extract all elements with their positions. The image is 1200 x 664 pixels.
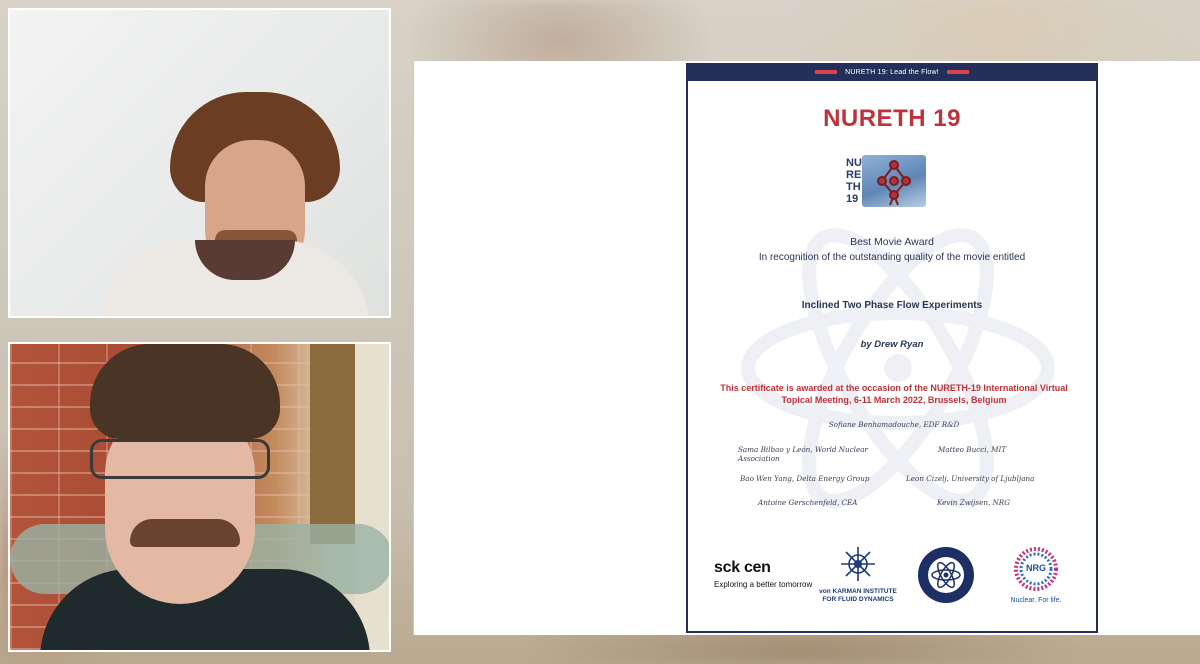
award-name: Best Movie Award: [850, 236, 934, 248]
atomium-icon: [877, 160, 911, 206]
signatory-4: Bao Wen Yang, Delta Energy Group: [740, 474, 870, 483]
signatory-2: Sama Bilbao y León, World Nuclear Associ…: [738, 445, 868, 463]
door: [310, 344, 355, 544]
signatory-7: Kevin Zwijsen, NRG: [937, 498, 1010, 507]
nrg-tagline: Nuclear. For life.: [1010, 597, 1062, 604]
signatory-6: Antoine Gerschenfeld, CEA: [758, 498, 858, 507]
american-nuclear-society-seal-icon: [918, 547, 974, 603]
participant-2-mustache: [130, 519, 240, 547]
movie-author: by Drew Ryan: [860, 339, 924, 350]
nureth-logo: NU RE TH 19: [846, 155, 928, 211]
signatory-5: Leon Cizelj, University of Ljubljana: [906, 474, 1035, 483]
atomium-logo-art: [862, 155, 926, 207]
certificate-occasion: This certificate is awarded at the occas…: [720, 383, 1068, 405]
certificate-banner: NURETH 19: Lead the Flow!: [688, 63, 1096, 81]
nrg-name: NRG: [1026, 563, 1046, 573]
participant-video-tile-1[interactable]: [8, 8, 391, 318]
signatory-1: Sofiane Benhamadouche, EDF R&D: [828, 420, 960, 429]
participant-2-glasses: [90, 439, 270, 479]
nureth-logo-letters: NU RE TH 19: [846, 157, 862, 205]
banner-left-bar: [815, 70, 838, 74]
participant-2-hair: [90, 344, 280, 439]
sck-cen-logo: sck cen Exploring a better tomorrow: [714, 559, 812, 590]
award-subtitle: In recognition of the outstanding qualit…: [758, 252, 1026, 263]
participant-video-tile-2[interactable]: [8, 342, 391, 652]
vki-emblem-icon: [841, 547, 875, 581]
banner-text: NURETH 19: Lead the Flow!: [845, 68, 939, 76]
movie-title: Inclined Two Phase Flow Experiments: [801, 300, 983, 311]
vki-name: von KARMAN INSTITUTE FOR FLUID DYNAMICS: [819, 588, 897, 603]
shared-screen-slide[interactable]: NURETH 19: Lead the Flow! NURETH 19 NU R…: [413, 61, 1200, 635]
nrg-ring: NRG: [1012, 545, 1060, 593]
sck-cen-name: sck cen: [714, 559, 771, 576]
partner-logos: sck cen Exploring a better tomorrow von …: [688, 545, 1096, 615]
banner-right-bar: [946, 70, 969, 74]
von-karman-institute-logo: von KARMAN INSTITUTE FOR FLUID DYNAMICS: [816, 545, 900, 604]
award-certificate: NURETH 19: Lead the Flow! NURETH 19 NU R…: [686, 63, 1098, 633]
nrg-logo: NRG Nuclear. For life.: [1000, 545, 1072, 604]
door-frame: [355, 344, 389, 650]
signatory-3: Matteo Bucci, MIT: [938, 445, 1007, 454]
sck-cen-tagline: Exploring a better tomorrow: [714, 580, 813, 589]
certificate-title: NURETH 19: [823, 105, 961, 132]
